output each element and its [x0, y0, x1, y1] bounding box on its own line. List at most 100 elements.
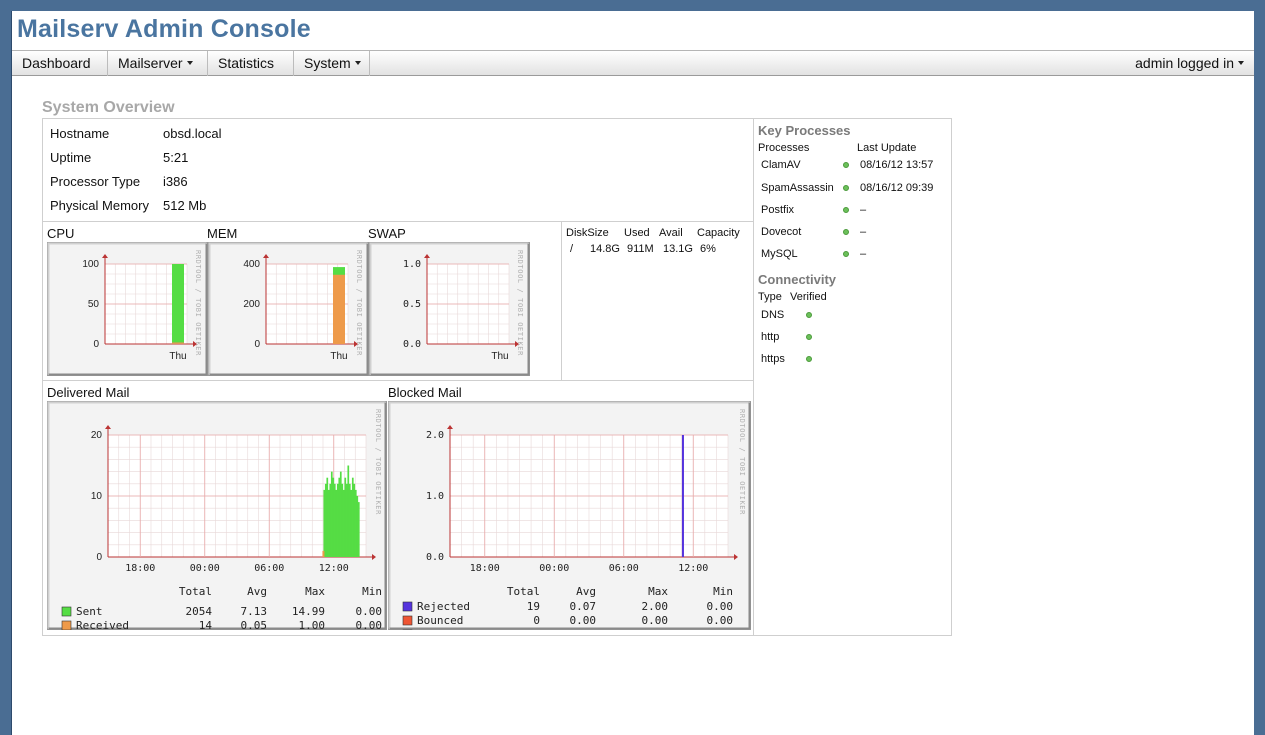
- verified-col-header: Verified: [790, 291, 827, 303]
- status-ok-icon: [843, 185, 849, 191]
- stats-value: 1.00: [299, 619, 326, 630]
- swap-title: SWAP: [368, 226, 406, 241]
- disk-mount: /: [570, 243, 574, 255]
- menu-mailserver[interactable]: Mailserver: [108, 51, 208, 76]
- menu-bar: Dashboard Mailserver Statistics System a…: [12, 50, 1254, 76]
- info-value-memory: 512 Mb: [163, 198, 207, 213]
- process-name: SpamAssassin: [761, 182, 834, 194]
- status-ok-icon: [806, 334, 812, 340]
- user-menu-label: admin logged in: [1135, 55, 1234, 71]
- stats-value: 0: [533, 628, 540, 630]
- legend-swatch: [402, 615, 413, 626]
- disk-header-capacity: Capacity: [697, 227, 740, 239]
- sent-bar: [350, 489, 353, 557]
- sent-bar: [327, 489, 330, 557]
- disk-avail: 13.1G: [663, 243, 693, 255]
- y-tick-label: 1.0: [403, 259, 421, 270]
- connectivity-name: https: [761, 353, 785, 365]
- info-value-processor: i386: [163, 174, 188, 189]
- stats-value: 0.00: [642, 628, 669, 630]
- stats-header: Min: [362, 585, 382, 598]
- info-value-hostname: obsd.local: [163, 126, 222, 141]
- received-bar: [322, 550, 325, 557]
- sent-bar: [326, 477, 329, 557]
- stats-value: 0.00: [707, 614, 734, 627]
- menu-statistics[interactable]: Statistics: [208, 51, 294, 76]
- stats-value: 2.00: [642, 600, 669, 613]
- sent-bar: [351, 477, 354, 557]
- stats-header: Avg: [576, 585, 596, 598]
- legend-label: Virus: [417, 628, 450, 630]
- stats-value: 14: [199, 619, 213, 630]
- disk-capacity: 6%: [700, 243, 716, 255]
- blocked-title: Blocked Mail: [388, 385, 462, 400]
- y-tick-label: 0: [254, 339, 260, 350]
- sent-bar: [335, 489, 338, 557]
- stats-value: 7.13: [241, 605, 268, 618]
- info-label-memory: Physical Memory: [50, 198, 149, 213]
- process-name: MySQL: [761, 248, 798, 260]
- stats-value: 0.00: [570, 614, 597, 627]
- mem-title: MEM: [207, 226, 238, 241]
- swap-graph: RRDTOOL / TOBI OETIKER 0.0 0.5 1.0 Thu: [369, 242, 530, 376]
- graph-watermark: RRDTOOL / TOBI OETIKER: [516, 250, 524, 356]
- disk-header-used: Used: [624, 227, 650, 239]
- disk-used: 911M: [627, 243, 654, 255]
- process-update: –: [860, 226, 867, 238]
- menu-mailserver-label: Mailserver: [118, 55, 183, 71]
- y-tick-label: 0: [93, 339, 99, 350]
- status-ok-icon: [843, 162, 849, 168]
- y-tick-label: 10: [91, 491, 103, 502]
- menu-system-label: System: [304, 55, 351, 71]
- y-tick-label: 0: [96, 552, 102, 563]
- status-ok-icon: [806, 312, 812, 318]
- user-menu[interactable]: admin logged in: [1135, 51, 1244, 76]
- y-tick-label: 50: [88, 299, 100, 310]
- sent-bar: [330, 471, 333, 557]
- x-tick-label: 18:00: [125, 563, 155, 574]
- sent-bar: [354, 489, 357, 557]
- sent-bar: [323, 489, 326, 557]
- cpu-graph: RRDTOOL / TOBI OETIKER 0 50 100 Thu: [47, 242, 208, 376]
- y-tick-label: 0.0: [426, 552, 444, 563]
- stats-value: 19: [527, 600, 540, 613]
- process-update: 08/16/12 13:57: [860, 159, 934, 171]
- sent-bar: [345, 483, 348, 557]
- process-update: –: [860, 204, 867, 216]
- stats-header: Min: [713, 585, 733, 598]
- legend-label: Sent: [76, 605, 103, 618]
- stats-value: 0: [533, 614, 540, 627]
- process-update: –: [860, 248, 867, 260]
- blocked-mail-graph: RRDTOOL / TOBI OETIKER 18:00 00:00 06:00 12:…: [388, 401, 751, 630]
- menu-system[interactable]: System: [294, 51, 370, 76]
- connectivity-name: http: [761, 331, 780, 343]
- stats-value: 0.00: [356, 605, 383, 618]
- sent-bar: [344, 477, 347, 557]
- delivered-title: Delivered Mail: [47, 385, 130, 400]
- menu-dashboard[interactable]: Dashboard: [12, 51, 108, 76]
- process-update: 08/16/12 09:39: [860, 182, 934, 194]
- connectivity-title: Connectivity: [758, 272, 837, 287]
- app-title: Mailserv Admin Console: [17, 15, 311, 43]
- stats-value: 2054: [186, 605, 213, 618]
- stats-value: 14.99: [292, 605, 325, 618]
- main-window: Mailserv Admin Console Dashboard Mailser…: [11, 11, 1254, 735]
- sent-bar: [341, 483, 344, 557]
- mem-graph: RRDTOOL / TOBI OETIKER 0 200 400 Thu: [208, 242, 369, 376]
- x-tick-label: 06:00: [609, 563, 639, 574]
- series-bar-active: [333, 274, 345, 344]
- x-tick-label: Thu: [330, 351, 347, 362]
- legend-swatch: [61, 620, 72, 630]
- legend-label: Bounced: [417, 614, 463, 627]
- y-tick-label: 400: [243, 259, 260, 270]
- sent-bar: [356, 496, 359, 557]
- graph-watermark: RRDTOOL / TOBI OETIKER: [374, 409, 382, 515]
- sent-bar: [339, 471, 342, 557]
- status-ok-icon: [843, 251, 849, 257]
- process-name: Dovecot: [761, 226, 802, 238]
- key-processes-title: Key Processes: [758, 123, 851, 138]
- last-update-col-header: Last Update: [857, 142, 917, 154]
- x-tick-label: 06:00: [254, 563, 284, 574]
- stats-value: 0.00: [642, 614, 669, 627]
- y-tick-label: 20: [91, 430, 103, 441]
